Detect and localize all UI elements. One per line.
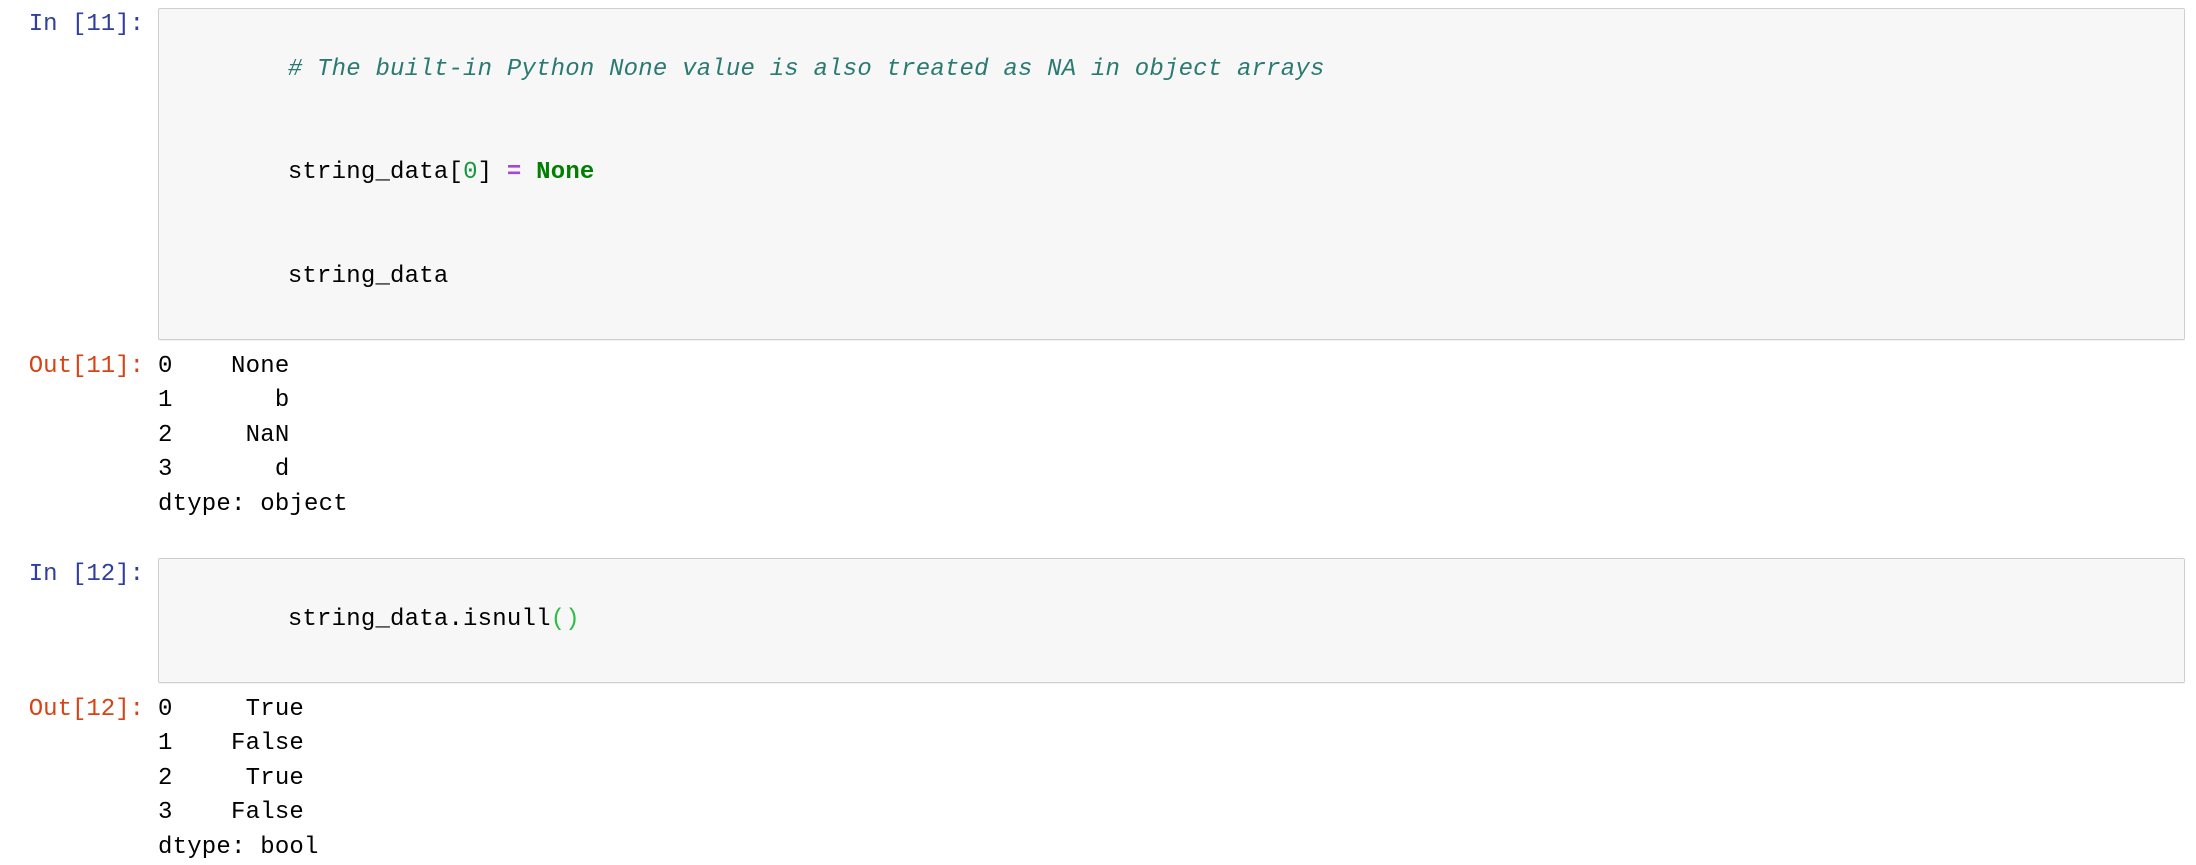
in-prompt-2: In [12]: — [0, 558, 158, 593]
code-cell-2[interactable]: In [12]: string_data.isnull() — [0, 558, 2196, 683]
code-token-keyword: None — [536, 159, 594, 186]
output-area-2: 0 True 1 False 2 True 3 False dtype: boo… — [158, 693, 2196, 865]
code-line: string_data[0] = None — [171, 122, 2172, 226]
output-line: 0 None — [158, 350, 2196, 385]
output-cell-2: Out[12]: 0 True 1 False 2 True 3 False d… — [0, 693, 2196, 865]
output-line-dtype: dtype: bool — [158, 831, 2196, 865]
output-line: 3 False — [158, 796, 2196, 831]
out-prompt-1: Out[11]: — [0, 350, 158, 385]
output-line-dtype: dtype: object — [158, 488, 2196, 523]
cell-spacer — [0, 683, 2196, 693]
output-line: 2 NaN — [158, 419, 2196, 454]
code-token-punct: ] — [478, 159, 507, 186]
output-line: 2 True — [158, 762, 2196, 797]
output-line: 1 False — [158, 727, 2196, 762]
output-line: 3 d — [158, 453, 2196, 488]
code-line: # The built-in Python None value is also… — [171, 18, 2172, 122]
output-cell-1: Out[11]: 0 None 1 b 2 NaN 3 d dtype: obj… — [0, 350, 2196, 523]
code-editor-1[interactable]: # The built-in Python None value is also… — [158, 8, 2185, 340]
output-line: 0 True — [158, 693, 2196, 728]
code-token-operator: = — [507, 159, 522, 186]
code-line: string_data.isnull() — [171, 568, 2172, 672]
code-token-parens: () — [551, 606, 580, 633]
code-cell-1[interactable]: In [11]: # The built-in Python None valu… — [0, 8, 2196, 340]
code-token-name: string_data[ — [288, 159, 463, 186]
code-editor-2[interactable]: string_data.isnull() — [158, 558, 2185, 683]
cell-gap — [0, 522, 2196, 558]
code-token-name: string_data — [288, 263, 449, 290]
code-token-space — [522, 159, 537, 186]
output-line: 1 b — [158, 384, 2196, 419]
in-prompt-1: In [11]: — [0, 8, 158, 43]
notebook-container: In [11]: # The built-in Python None valu… — [0, 0, 2196, 865]
out-prompt-2: Out[12]: — [0, 693, 158, 728]
code-line: string_data — [171, 225, 2172, 329]
code-token-name: string_data.isnull — [288, 606, 551, 633]
code-token-number: 0 — [463, 159, 478, 186]
code-token-comment: # The built-in Python None value is also… — [288, 56, 1325, 83]
cell-spacer — [0, 340, 2196, 350]
output-area-1: 0 None 1 b 2 NaN 3 d dtype: object — [158, 350, 2196, 523]
